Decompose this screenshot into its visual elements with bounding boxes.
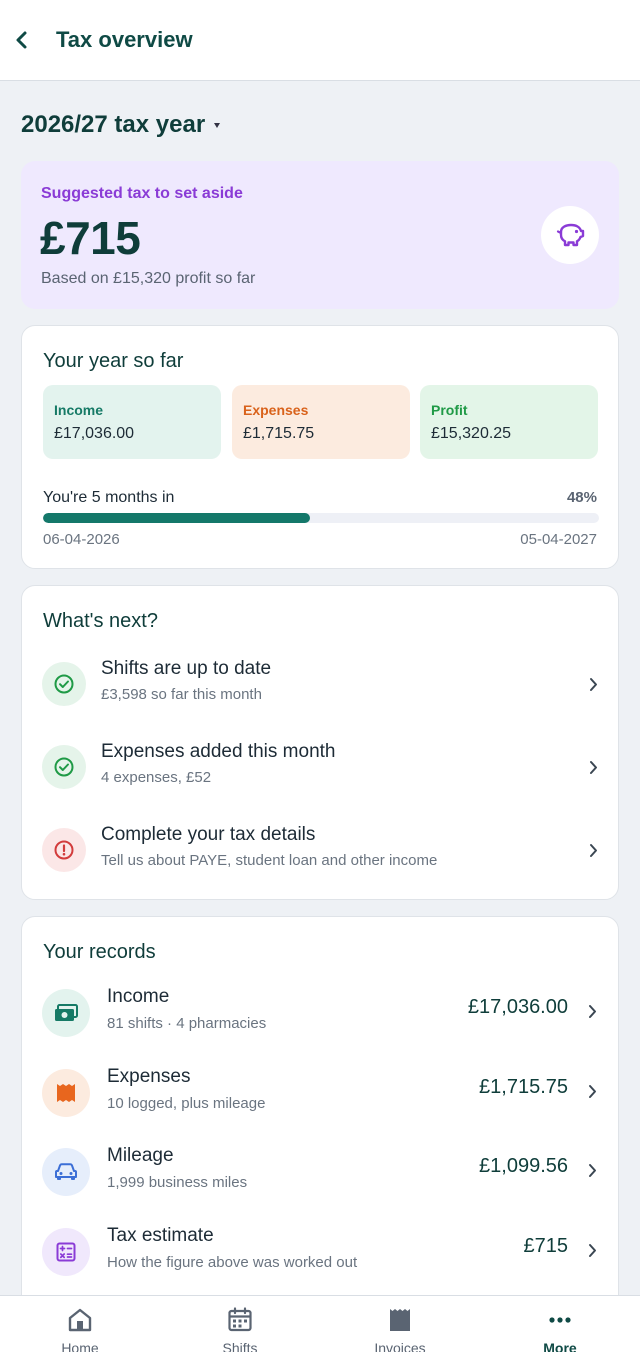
- whats-next-title: What's next?: [43, 610, 158, 632]
- next-item-subtitle: 4 expenses, £52: [101, 769, 212, 786]
- record-title: Income: [107, 986, 170, 1007]
- top-bar: Tax overview: [0, 0, 640, 81]
- nav-label: Home: [61, 1340, 99, 1352]
- main-content[interactable]: 2026/27 tax year Suggested tax to set as…: [0, 81, 640, 1295]
- chevron-right-icon: [588, 1163, 598, 1179]
- chevron-right-icon: [588, 842, 598, 858]
- record-expenses[interactable]: Expenses 10 logged, plus mileage £1,715.…: [22, 1064, 618, 1134]
- stat-expenses-value: £1,715.75: [243, 425, 315, 442]
- next-item-subtitle: Tell us about PAYE, student loan and oth…: [101, 852, 438, 869]
- next-item-title: Shifts are up to date: [101, 658, 272, 679]
- calculator-icon: [42, 1228, 90, 1276]
- record-income[interactable]: Income 81 shifts · 4 pharmacies £17,036.…: [22, 984, 618, 1054]
- record-subtitle: 81 shifts · 4 pharmacies: [107, 1015, 267, 1032]
- year-so-far-card: Your year so far Income £17,036.00 Expen…: [21, 325, 619, 569]
- next-item-expenses[interactable]: Expenses added this month 4 expenses, £5…: [22, 739, 618, 809]
- record-amount: £17,036.00: [467, 996, 568, 1018]
- piggy-bank-button[interactable]: [541, 206, 599, 264]
- next-item-tax-details[interactable]: Complete your tax details Tell us about …: [22, 822, 618, 892]
- suggested-tax-basis: Based on £15,320 profit so far: [41, 270, 256, 287]
- record-amount: £715: [523, 1235, 569, 1257]
- next-item-shifts[interactable]: Shifts are up to date £3,598 so far this…: [22, 656, 618, 726]
- next-item-title: Complete your tax details: [101, 824, 316, 845]
- caret-down-icon: [214, 122, 221, 128]
- chevron-right-icon: [588, 676, 598, 692]
- nav-more[interactable]: More: [480, 1296, 640, 1352]
- cash-icon: [42, 989, 90, 1037]
- stat-expenses: Expenses £1,715.75: [232, 385, 410, 459]
- year-so-far-title: Your year so far: [43, 350, 184, 372]
- chevron-right-icon: [588, 1084, 598, 1100]
- nav-label: More: [543, 1340, 577, 1352]
- year-progress-fill: [43, 513, 310, 523]
- invoice-icon: [386, 1306, 414, 1334]
- chevron-right-icon: [588, 1004, 598, 1020]
- tax-year-label: 2026/27 tax year: [21, 111, 206, 138]
- record-title: Tax estimate: [107, 1225, 214, 1246]
- tax-year-start-date: 06-04-2026: [43, 531, 120, 548]
- progress-text: You're 5 months in: [43, 489, 175, 506]
- records-title: Your records: [43, 941, 156, 963]
- tax-year-select[interactable]: 2026/27 tax year: [21, 111, 221, 139]
- record-mileage[interactable]: Mileage 1,999 business miles £1,099.56: [22, 1143, 618, 1213]
- progress-percent: 48%: [566, 489, 597, 506]
- suggested-tax-card: Suggested tax to set aside £715 Based on…: [21, 161, 619, 309]
- nav-home[interactable]: Home: [0, 1296, 160, 1352]
- check-circle-icon: [42, 662, 86, 706]
- record-title: Expenses: [107, 1066, 191, 1087]
- nav-label: Invoices: [374, 1340, 426, 1352]
- stat-profit: Profit £15,320.25: [420, 385, 598, 459]
- alert-circle-icon: [42, 828, 86, 872]
- stat-income-label: Income: [54, 402, 104, 418]
- stat-profit-value: £15,320.25: [431, 425, 512, 442]
- record-amount: £1,715.75: [479, 1076, 568, 1098]
- stat-profit-label: Profit: [431, 402, 468, 418]
- calendar-icon: [226, 1306, 254, 1334]
- record-subtitle: 10 logged, plus mileage: [107, 1095, 266, 1112]
- chevron-right-icon: [588, 1243, 598, 1259]
- next-item-title: Expenses added this month: [101, 741, 336, 762]
- nav-label: Shifts: [222, 1340, 258, 1352]
- stat-income-value: £17,036.00: [54, 425, 135, 442]
- nav-shifts[interactable]: Shifts: [160, 1296, 320, 1352]
- piggy-bank-icon: [556, 223, 585, 247]
- record-title: Mileage: [107, 1145, 174, 1166]
- whats-next-card: What's next? Shifts are up to date £3,59…: [21, 585, 619, 900]
- check-circle-icon: [42, 745, 86, 789]
- chevron-left-icon: [16, 31, 27, 49]
- more-dots-icon: [546, 1306, 574, 1334]
- suggested-tax-amount: £715: [40, 212, 141, 264]
- page-title: Tax overview: [56, 27, 193, 52]
- back-button[interactable]: [4, 22, 40, 58]
- suggested-tax-label: Suggested tax to set aside: [41, 185, 243, 202]
- home-icon: [66, 1306, 94, 1334]
- record-subtitle: How the figure above was worked out: [107, 1254, 358, 1271]
- stat-income: Income £17,036.00: [43, 385, 221, 459]
- record-tax-estimate[interactable]: Tax estimate How the figure above was wo…: [22, 1223, 618, 1293]
- nav-invoices[interactable]: Invoices: [320, 1296, 480, 1352]
- record-amount: £1,099.56: [479, 1155, 568, 1177]
- receipt-icon: [42, 1069, 90, 1117]
- chevron-right-icon: [588, 759, 598, 775]
- record-subtitle: 1,999 business miles: [107, 1174, 248, 1191]
- year-progress-bar: [43, 513, 599, 523]
- bottom-nav: Home Shifts Invoices More: [0, 1295, 640, 1352]
- records-card: Your records Income 81 shifts · 4 pharma…: [21, 916, 619, 1295]
- next-item-subtitle: £3,598 so far this month: [101, 686, 262, 703]
- car-icon: [42, 1148, 90, 1196]
- tax-year-end-date: 05-04-2027: [520, 531, 597, 548]
- stat-expenses-label: Expenses: [243, 402, 309, 418]
